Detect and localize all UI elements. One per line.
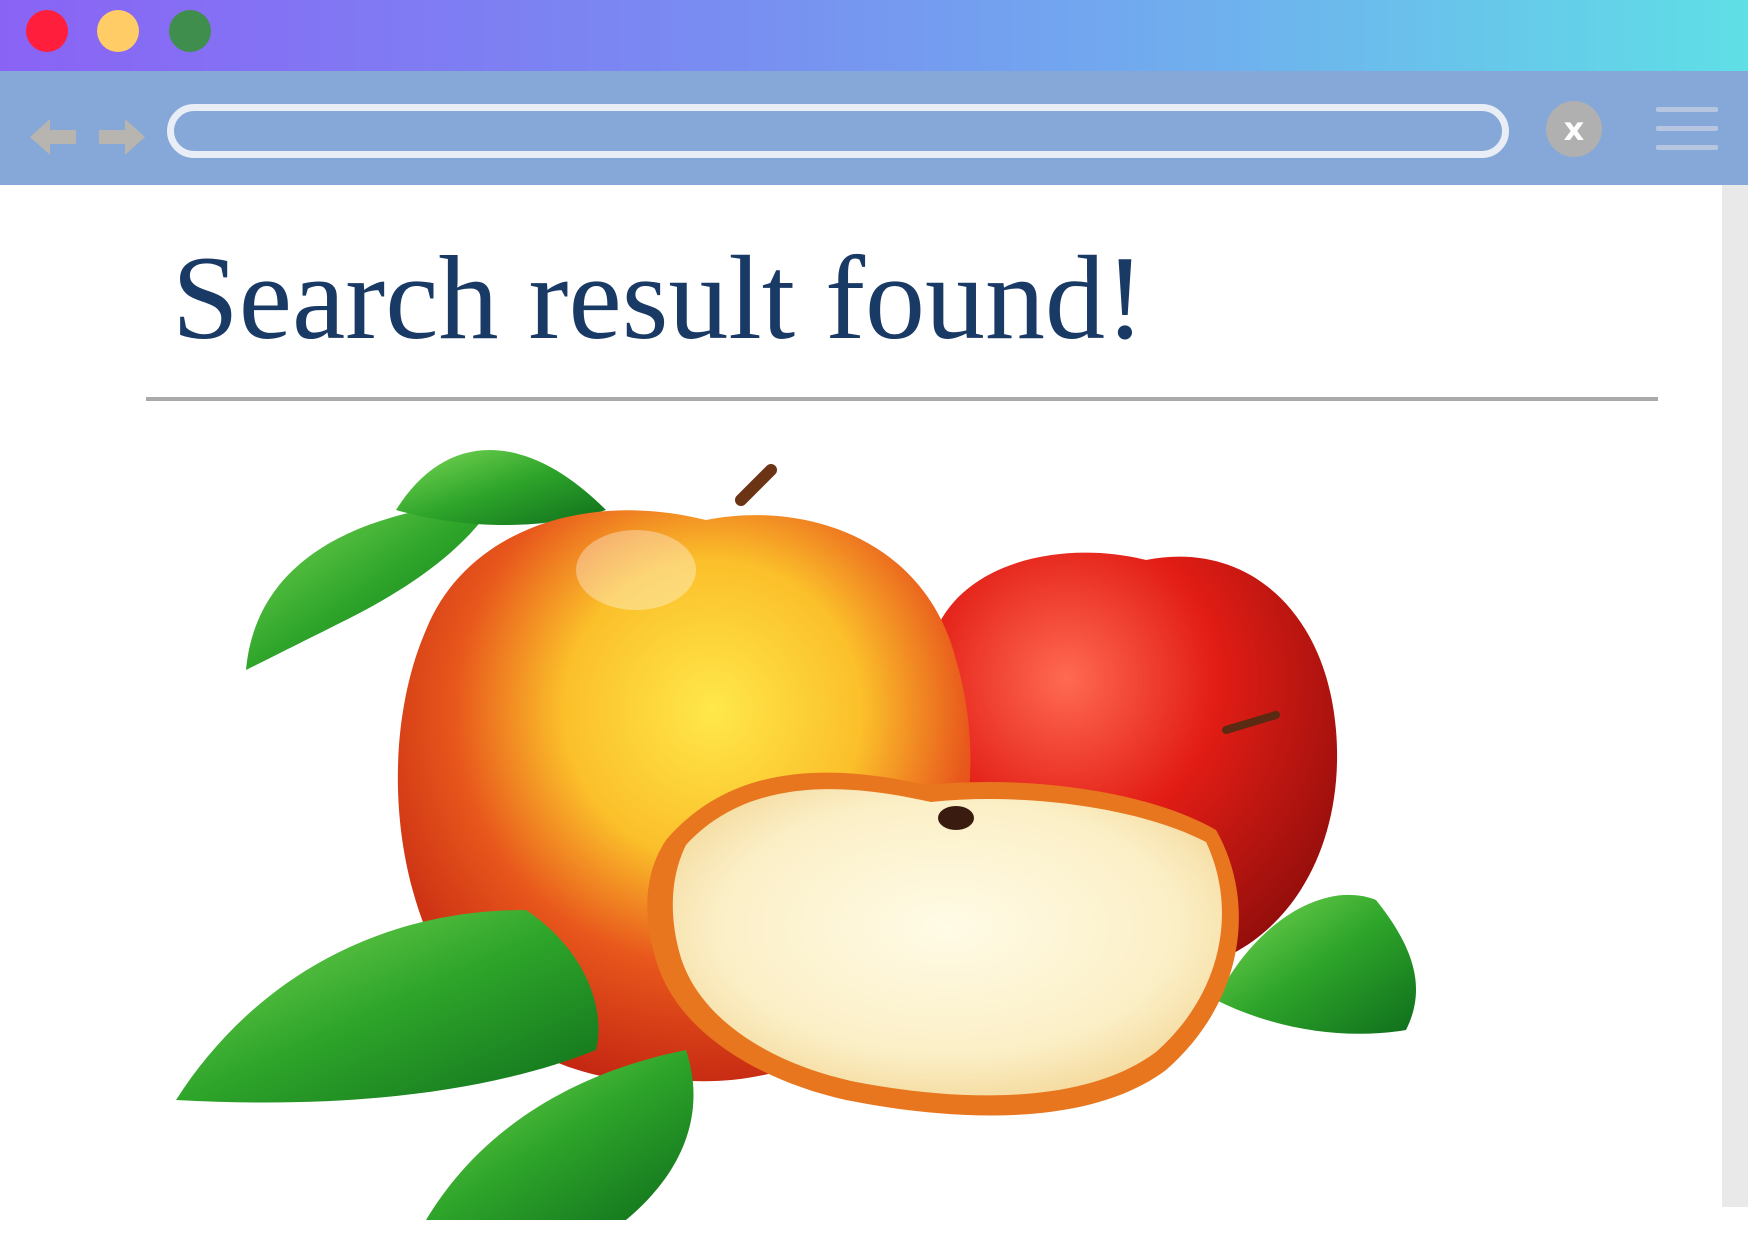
- browser-window: x Search result found!: [0, 0, 1748, 1240]
- address-input[interactable]: [188, 111, 1492, 153]
- close-window-button[interactable]: [26, 10, 68, 52]
- vertical-scrollbar[interactable]: [1722, 185, 1748, 1207]
- hamburger-line: [1656, 145, 1718, 150]
- close-icon: x: [1563, 110, 1585, 148]
- leaf-shape: [396, 450, 606, 525]
- minimize-window-button[interactable]: [97, 10, 139, 52]
- arrow-right-icon: [99, 119, 145, 155]
- hamburger-line: [1656, 107, 1718, 112]
- title-bar: [0, 0, 1748, 71]
- page-title: Search result found!: [172, 231, 1146, 364]
- maximize-window-button[interactable]: [169, 10, 211, 52]
- address-bar[interactable]: [167, 104, 1509, 158]
- browser-toolbar: x: [0, 71, 1748, 185]
- back-button[interactable]: [28, 111, 80, 163]
- menu-button[interactable]: [1656, 105, 1718, 153]
- arrow-left-icon: [30, 119, 76, 155]
- leaf-shape: [176, 910, 599, 1103]
- title-divider: [146, 397, 1658, 401]
- hamburger-line: [1656, 126, 1718, 131]
- clear-address-button[interactable]: x: [1546, 101, 1602, 157]
- forward-button[interactable]: [95, 111, 147, 163]
- apples-image: [176, 450, 1416, 1220]
